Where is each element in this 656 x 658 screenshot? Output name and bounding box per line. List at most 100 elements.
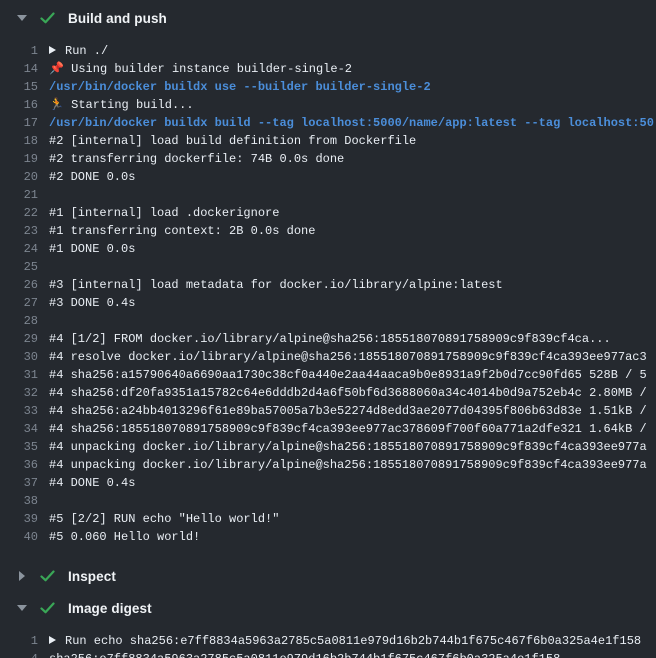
log-line: 29 #4 [1/2] FROM docker.io/library/alpine… [0,330,656,348]
log-text: #1 transferring context: 2B 0.0s done [49,222,315,240]
log-text: #4 sha256:185518070891758909c9f839cf4ca3… [49,420,647,438]
step-title: Build and push [68,11,167,26]
step-section-image-digest: Image digest 1 Run echo sha256:e7ff8834a5… [0,596,656,658]
line-number[interactable]: 32 [0,384,38,402]
log-line: 28 [0,312,656,330]
success-check-icon [40,12,55,24]
log-group-line[interactable]: 1 Run echo sha256:e7ff8834a5963a2785c5a08… [0,632,656,650]
log-line: 35 #4 unpacking docker.io/library/alpine@… [0,438,656,456]
line-number[interactable]: 24 [0,240,38,258]
log-text: #4 sha256:a15790640a6690aa1730c38cf0a440… [49,366,647,384]
log-text: #2 DONE 0.0s [49,168,135,186]
line-number[interactable]: 1 [0,42,38,60]
log-text: /usr/bin/docker buildx use --builder bui… [49,78,431,96]
log-text: Run ./ [49,42,108,60]
line-number[interactable]: 23 [0,222,38,240]
line-number[interactable]: 35 [0,438,38,456]
line-number[interactable]: 17 [0,114,38,132]
log-text: #5 [2/2] RUN echo "Hello world!" [49,510,279,528]
line-number[interactable]: 18 [0,132,38,150]
log-line: 30 #4 resolve docker.io/library/alpine@sh… [0,348,656,366]
log-text: Run echo sha256:e7ff8834a5963a2785c5a081… [49,632,641,650]
log-line: 21 [0,186,656,204]
step-header-build-and-push[interactable]: Build and push [0,6,656,30]
log-text: #4 resolve docker.io/library/alpine@sha2… [49,348,647,366]
chevron-down-icon[interactable] [17,605,27,611]
line-number[interactable]: 38 [0,492,38,510]
log-text: #4 sha256:a24bb4013296f61e89ba57005a7b3e… [49,402,647,420]
step-header-image-digest[interactable]: Image digest [0,596,656,620]
chevron-right-icon[interactable] [17,571,27,581]
log-text: #4 unpacking docker.io/library/alpine@sh… [49,438,647,456]
chevron-down-icon[interactable] [17,15,27,21]
line-number[interactable]: 15 [0,78,38,96]
line-number[interactable]: 30 [0,348,38,366]
log-text: #3 DONE 0.4s [49,294,135,312]
log-text: #4 sha256:df20fa9351a15782c64e6dddb2d4a6… [49,384,647,402]
line-number[interactable]: 36 [0,456,38,474]
log-text: #5 0.060 Hello world! [49,528,200,546]
line-number[interactable]: 25 [0,258,38,276]
success-check-icon [40,570,55,582]
log-text: #4 unpacking docker.io/library/alpine@sh… [49,456,647,474]
line-number[interactable]: 16 [0,96,38,114]
log-line: 25 [0,258,656,276]
workflow-run-logs: Build and push 1Run ./14📌 Using builder … [0,0,656,658]
log-line: 16 🏃 Starting build... [0,96,656,114]
log-line: 18#2 [internal] load build definition fr… [0,132,656,150]
log-line: 40 #5 0.060 Hello world! [0,528,656,546]
line-number[interactable]: 29 [0,330,38,348]
step-section-inspect: Inspect [0,564,656,588]
line-number[interactable]: 19 [0,150,38,168]
log-line: 37 #4 DONE 0.4s [0,474,656,492]
log-line: 33 #4 sha256:a24bb4013296f61e89ba57005a7b… [0,402,656,420]
log-line: 22 #1 [internal] load .dockerignore [0,204,656,222]
log-text: /usr/bin/docker buildx build --tag local… [49,114,654,132]
line-number[interactable]: 27 [0,294,38,312]
log-text: #4 [1/2] FROM docker.io/library/alpine@s… [49,330,611,348]
log-line: 36 #4 unpacking docker.io/library/alpine@… [0,456,656,474]
log-line: 15/usr/bin/docker buildx use --builder b… [0,78,656,96]
log-line: 24 #1 DONE 0.0s [0,240,656,258]
log-text: #2 transferring dockerfile: 74B 0.0s don… [49,150,344,168]
log-text: #4 DONE 0.4s [49,474,135,492]
line-number[interactable]: 39 [0,510,38,528]
line-number[interactable]: 21 [0,186,38,204]
expand-arrow-icon[interactable] [49,636,56,644]
line-number[interactable]: 20 [0,168,38,186]
line-number[interactable]: 33 [0,402,38,420]
log-block-image-digest: 1 Run echo sha256:e7ff8834a5963a2785c5a08… [0,620,656,658]
log-line: 32 #4 sha256:df20fa9351a15782c64e6dddb2d4… [0,384,656,402]
log-line: 20 #2 DONE 0.0s [0,168,656,186]
log-line: 31 #4 sha256:a15790640a6690aa1730c38cf0a4… [0,366,656,384]
step-title: Inspect [68,569,116,584]
log-text: #1 DONE 0.0s [49,240,135,258]
step-title: Image digest [68,601,152,616]
log-text: #1 [internal] load .dockerignore [49,204,279,222]
log-line: 14 📌 Using builder instance builder-singl… [0,60,656,78]
line-number[interactable]: 40 [0,528,38,546]
line-number[interactable]: 37 [0,474,38,492]
log-text: 📌 Using builder instance builder-single-… [49,60,352,78]
log-line: 19 #2 transferring dockerfile: 74B 0.0s d… [0,150,656,168]
line-number[interactable]: 26 [0,276,38,294]
log-line: 38 [0,492,656,510]
line-number[interactable]: 4 [0,650,38,658]
line-number[interactable]: 1 [0,632,38,650]
log-line: 4sha256:e7ff8834a5963a2785c5a0811e979d16… [0,650,656,658]
line-number[interactable]: 14 [0,60,38,78]
log-line: 17/usr/bin/docker buildx build --tag loc… [0,114,656,132]
log-text: 🏃 Starting build... [49,96,194,114]
line-number[interactable]: 22 [0,204,38,222]
log-text: #3 [internal] load metadata for docker.i… [49,276,503,294]
expand-arrow-icon[interactable] [49,46,56,54]
line-number[interactable]: 34 [0,420,38,438]
step-header-inspect[interactable]: Inspect [0,564,656,588]
line-number[interactable]: 31 [0,366,38,384]
step-section-build-and-push: Build and push 1 Run ./ 14 📌 Using builder … [0,6,656,564]
log-line: 39 #5 [2/2] RUN echo "Hello world!" [0,510,656,528]
log-block-build-and-push: 1 Run ./ 14 📌 Using builder instance builde… [0,30,656,564]
log-group-line[interactable]: 1 Run ./ [0,42,656,60]
log-line: 26 #3 [internal] load metadata for docker… [0,276,656,294]
line-number[interactable]: 28 [0,312,38,330]
